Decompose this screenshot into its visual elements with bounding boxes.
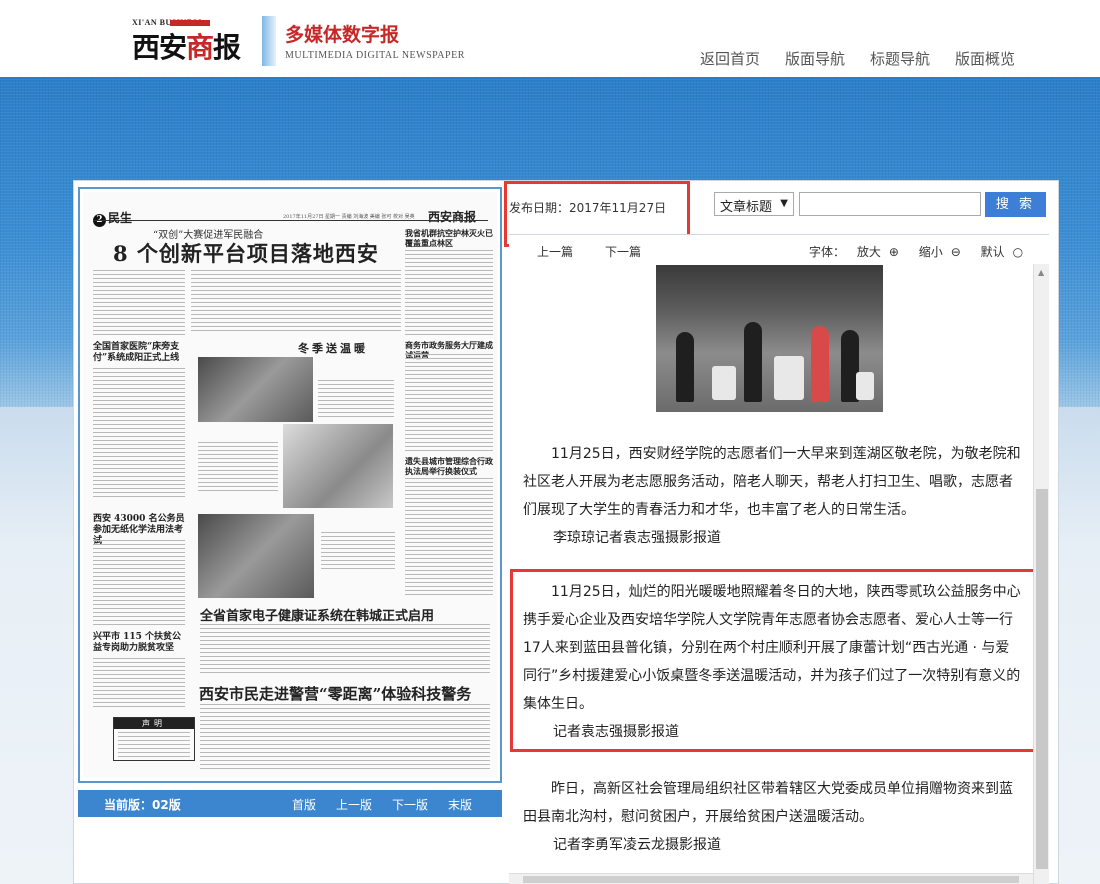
photo-figure <box>744 322 762 402</box>
paper-section-name: 民生 <box>108 211 133 225</box>
article-toolbar: 上一篇 下一篇 字体： 放大 ⊕ 缩小 ⊖ 默认 ○ <box>509 235 1049 263</box>
paper-text-block <box>118 732 190 758</box>
paper-text-block <box>93 368 185 498</box>
font-shrink[interactable]: 缩小 ⊖ <box>919 245 969 259</box>
paper-subhead-3[interactable]: 兴平市 115 个扶贫公益专岗助力脱贫攻坚 <box>93 632 188 654</box>
paper-text-block <box>405 250 493 336</box>
paper-meta: 2017年11月27日 星期一 责编 刘海波 美编 张可 校对 吴英 <box>283 214 415 220</box>
paper-text-block <box>405 354 493 454</box>
paper-text-block <box>93 658 185 708</box>
highlight-box-paragraph <box>510 569 1038 752</box>
font-default[interactable]: 默认 ○ <box>981 245 1032 259</box>
article-credit-1: 李琼琼记者袁志强摄影报道 <box>553 530 721 546</box>
paper-photo-2[interactable] <box>283 424 393 508</box>
search-input[interactable] <box>799 192 981 216</box>
last-page-link[interactable]: 末版 <box>448 796 472 813</box>
photo-bag <box>856 372 874 400</box>
font-shrink-label: 缩小 <box>918 245 943 259</box>
article-credit-3: 记者李勇军凌云龙摄影报道 <box>553 837 721 853</box>
minus-circle-icon: ⊖ <box>950 245 961 259</box>
scrollbar-thumb[interactable] <box>1036 489 1048 869</box>
current-page-label: 当前版：02版 <box>104 798 181 812</box>
caret-down-icon: ▼ <box>780 198 788 209</box>
circle-icon: ○ <box>1012 245 1024 259</box>
page-navigation-bar: 当前版：02版 首版 上一版 下一版 末版 <box>78 790 502 817</box>
article-paragraph-3: 昨日，高新区社会管理局组织社区带着辖区大党委成员单位捐赠物资来到蓝田县南北沟村，… <box>523 781 1013 825</box>
logo-chinese: 西安商报 <box>132 26 241 66</box>
paper-text-block <box>198 442 278 494</box>
logo-part-a: 西安 <box>132 31 187 64</box>
paper-text-block <box>200 624 490 676</box>
font-enlarge-label: 放大 <box>856 245 881 259</box>
paper-headline-3[interactable]: 西安市民走进警营“零距离”体验科技警务 <box>199 683 471 704</box>
nav-home[interactable]: 返回首页 <box>700 48 785 69</box>
photo-figure <box>811 326 829 402</box>
paper-text-block <box>318 380 394 420</box>
paper-rule <box>93 220 488 221</box>
prev-page-link[interactable]: 上一版 <box>336 796 372 813</box>
logo-part-c: 报 <box>213 31 241 64</box>
paper-text-block <box>200 704 490 770</box>
logo-separator <box>262 16 276 66</box>
paper-photo-1[interactable] <box>198 357 313 422</box>
prev-article-link[interactable]: 上一篇 <box>537 243 573 260</box>
paper-text-block <box>191 270 401 332</box>
nav-page-navigation[interactable]: 版面导航 <box>785 48 870 69</box>
site-header: XI'AN BUSINESS 西安商报 多媒体数字报 MULTIMEDIA DI… <box>0 0 1100 77</box>
scroll-up-arrow-icon[interactable]: ▲ <box>1038 268 1044 277</box>
paper-right-subhead-3[interactable]: 遗失县城市管理综合行政执法局举行换装仪式 <box>405 456 493 476</box>
article-horizontal-scrollbar[interactable] <box>509 873 1033 884</box>
font-size-controls: 字体： 放大 ⊕ 缩小 ⊖ 默认 ○ <box>809 243 1039 260</box>
first-page-link[interactable]: 首版 <box>292 796 316 813</box>
nav-title-navigation[interactable]: 标题导航 <box>870 48 955 69</box>
site-logo[interactable]: XI'AN BUSINESS 西安商报 <box>132 18 250 64</box>
paper-right-subhead-1[interactable]: 我省机群抗空护林灭火已覆盖重点林区 <box>405 228 493 248</box>
article-panel: 上一篇 下一篇 字体： 放大 ⊕ 缩小 ⊖ 默认 ○ 11月25日，西安财经学院的志愿… <box>509 234 1049 884</box>
font-enlarge[interactable]: 放大 ⊕ <box>857 245 907 259</box>
paper-text-block <box>405 478 493 596</box>
paper-subhead-1[interactable]: 全国首家医院“床旁支付”系统成阳正式上线 <box>93 342 188 364</box>
paper-brand: 西安商报 <box>428 210 477 224</box>
next-page-link[interactable]: 下一版 <box>392 796 428 813</box>
subtitle-english: MULTIMEDIA DIGITAL NEWSPAPER <box>285 50 465 61</box>
subtitle-chinese: 多媒体数字报 <box>285 24 400 46</box>
logo-part-b: 商 <box>186 31 214 64</box>
search-type-value: 文章标题 <box>720 200 773 215</box>
article-paragraph-1: 11月25日，西安财经学院的志愿者们一大早来到莲湖区敬老院，为敬老院和社区老人开… <box>523 446 1021 518</box>
photo-bag <box>774 356 804 400</box>
paper-photo-3[interactable] <box>198 514 314 598</box>
next-article-link[interactable]: 下一篇 <box>605 243 641 260</box>
photo-figure <box>676 332 694 402</box>
paper-text-block <box>93 270 185 338</box>
article-scrollbar[interactable]: ▲ <box>1033 264 1049 884</box>
paper-notice-box: 声明 <box>113 717 195 761</box>
plus-circle-icon: ⊕ <box>888 245 899 259</box>
nav-page-overview[interactable]: 版面概览 <box>955 48 1040 69</box>
font-default-label: 默认 <box>980 245 1005 259</box>
newspaper-page-image[interactable]: 2民生 2017年11月27日 星期一 责编 刘海波 美编 张可 校对 吴英 西… <box>83 192 497 778</box>
newspaper-page-view[interactable]: 2民生 2017年11月27日 星期一 责编 刘海波 美编 张可 校对 吴英 西… <box>78 187 502 783</box>
paper-winter-title[interactable]: 冬季送温暖 <box>298 340 368 356</box>
horizontal-scrollbar-thumb[interactable] <box>523 876 1019 883</box>
search-button[interactable]: 搜 索 <box>985 192 1046 217</box>
paper-headline-2[interactable]: 全省首家电子健康证系统在韩城正式启用 <box>200 605 434 624</box>
paper-text-block <box>321 532 395 572</box>
article-photo[interactable] <box>656 265 883 412</box>
top-nav: 返回首页 版面导航 标题导航 版面概览 <box>700 48 1040 69</box>
paper-section-label: 2民生 <box>93 209 132 227</box>
font-label: 字体： <box>809 245 846 259</box>
photo-bag <box>712 366 736 400</box>
search-type-select[interactable]: 文章标题 ▼ <box>714 192 794 216</box>
paper-text-block <box>93 540 185 628</box>
paper-headline[interactable]: 8 个创新平台项目落地西安 <box>113 238 379 268</box>
paper-notice-title: 声明 <box>114 718 194 729</box>
